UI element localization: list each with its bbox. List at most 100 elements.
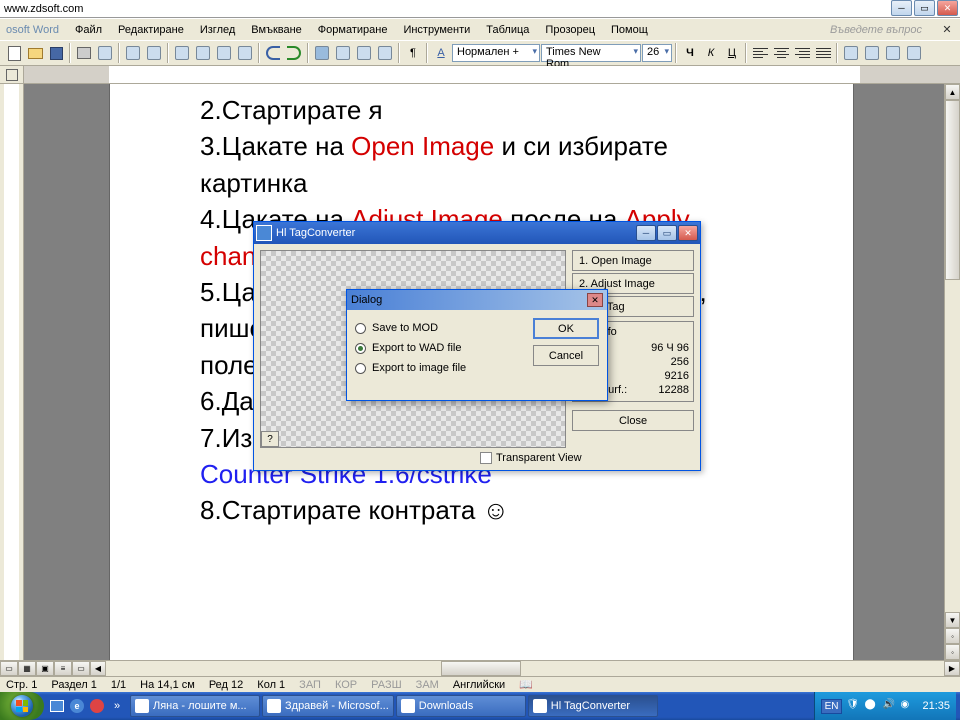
vertical-ruler[interactable] (0, 84, 24, 660)
hscroll-thumb[interactable] (441, 661, 521, 676)
dialog-close-button[interactable]: ✕ (587, 293, 603, 307)
style-aa-button[interactable]: А (431, 43, 451, 63)
menu-файл[interactable]: Файл (67, 22, 110, 38)
print-layout-view-button[interactable]: ▣ (36, 661, 54, 676)
hltagconverter-titlebar[interactable]: Hl TagConverter ─ ▭ ✕ (254, 222, 700, 244)
style-combo[interactable]: Нормален + (452, 44, 540, 62)
print-preview-button[interactable] (95, 43, 115, 63)
window-minimize-button[interactable]: ─ (891, 0, 912, 16)
dialog-ok-button[interactable]: OK (533, 318, 599, 339)
radio-export-image[interactable]: Export to image file (355, 362, 521, 374)
horizontal-ruler[interactable] (24, 66, 960, 83)
transparent-view-checkbox[interactable]: Transparent View (480, 452, 582, 464)
ql-chevron-icon[interactable]: » (108, 697, 126, 715)
tray-icon-1[interactable]: 🛡 (846, 699, 860, 713)
menu-вмъкване[interactable]: Вмъкване (243, 22, 310, 38)
format-painter-button[interactable] (235, 43, 255, 63)
paste-button[interactable] (214, 43, 234, 63)
taskbar-item[interactable]: Hl TagConverter (528, 695, 658, 717)
hltag-maximize-button[interactable]: ▭ (657, 225, 677, 241)
status-section: Раздел 1 (51, 679, 97, 691)
next-page-button[interactable]: ◦ (945, 644, 960, 660)
hltag-help-button[interactable]: ? (261, 431, 279, 447)
cut-button[interactable] (172, 43, 192, 63)
dialog-titlebar[interactable]: Dialog ✕ (347, 290, 607, 310)
scroll-thumb[interactable] (945, 100, 960, 280)
taskbar-item[interactable]: Здравей - Microsof... (262, 695, 394, 717)
columns-button[interactable] (375, 43, 395, 63)
menu-редактиране[interactable]: Редактиране (110, 22, 192, 38)
mdi-close-button[interactable]: ✕ (940, 23, 954, 37)
align-right-button[interactable] (792, 43, 812, 63)
align-center-button[interactable] (771, 43, 791, 63)
horizontal-scrollbar[interactable]: ◀ ▶ (90, 661, 960, 676)
align-left-button[interactable] (750, 43, 770, 63)
italic-button[interactable]: К (701, 43, 721, 63)
taskbar-item[interactable]: Downloads (396, 695, 526, 717)
status-language[interactable]: Английски (453, 679, 505, 691)
hltag-close-app-button[interactable]: Close (572, 410, 694, 431)
menu-инструменти[interactable]: Инструменти (395, 22, 478, 38)
bold-button[interactable]: Ч (680, 43, 700, 63)
window-maximize-button[interactable]: ▭ (914, 0, 935, 16)
numbered-list-button[interactable] (841, 43, 861, 63)
show-desktop-icon[interactable] (48, 697, 66, 715)
spellcheck-status-icon[interactable]: 📖 (519, 678, 533, 691)
copy-button[interactable] (193, 43, 213, 63)
hltag-close-button[interactable]: ✕ (678, 225, 698, 241)
taskbar-clock[interactable]: 21:35 (922, 700, 950, 712)
print-button[interactable] (74, 43, 94, 63)
tray-icon-2[interactable]: ⬤ (864, 699, 878, 713)
taskbar-item[interactable]: Ляна - лошите м... (130, 695, 260, 717)
vertical-scrollbar[interactable]: ▲ ▼ ◦ ◦ (944, 84, 960, 660)
align-justify-button[interactable] (813, 43, 833, 63)
scroll-left-button[interactable]: ◀ (90, 661, 106, 676)
language-indicator[interactable]: EN (821, 699, 843, 714)
outline-view-button[interactable]: ≡ (54, 661, 72, 676)
help-search-box[interactable]: Въведете въпрос (830, 24, 940, 36)
size-combo[interactable]: 26 (642, 44, 672, 62)
scroll-right-button[interactable]: ▶ (944, 661, 960, 676)
insert-table-button[interactable] (354, 43, 374, 63)
tray-volume-icon[interactable]: 🔊 (882, 699, 896, 713)
tab-well-icon[interactable] (6, 69, 18, 81)
hltag-minimize-button[interactable]: ─ (636, 225, 656, 241)
system-tray: EN 🛡 ⬤ 🔊 ◉ 21:35 (814, 692, 956, 720)
redo-button[interactable] (284, 43, 304, 63)
dialog-cancel-button[interactable]: Cancel (533, 345, 599, 366)
save-button[interactable] (46, 43, 66, 63)
hyperlink-button[interactable] (312, 43, 332, 63)
scroll-down-button[interactable]: ▼ (945, 612, 960, 628)
web-view-button[interactable]: ▦ (18, 661, 36, 676)
decrease-indent-button[interactable] (883, 43, 903, 63)
menu-прозорец[interactable]: Прозорец (537, 22, 603, 38)
start-button[interactable] (0, 692, 44, 720)
tables-borders-button[interactable] (333, 43, 353, 63)
bullet-list-button[interactable] (862, 43, 882, 63)
menu-помощ[interactable]: Помощ (603, 22, 656, 38)
open-button[interactable] (25, 43, 45, 63)
reading-view-button[interactable]: ▭ (72, 661, 90, 676)
increase-indent-button[interactable] (904, 43, 924, 63)
radio-save-to-mod[interactable]: Save to MOD (355, 322, 521, 334)
show-paragraph-button[interactable]: ¶ (403, 43, 423, 63)
normal-view-button[interactable]: ▭ (0, 661, 18, 676)
research-button[interactable] (144, 43, 164, 63)
radio-export-wad[interactable]: Export to WAD file (355, 342, 521, 354)
scroll-up-button[interactable]: ▲ (945, 84, 960, 100)
new-doc-button[interactable] (4, 43, 24, 63)
spellcheck-button[interactable] (123, 43, 143, 63)
underline-button[interactable]: Ц (722, 43, 742, 63)
font-combo[interactable]: Times New Rom (541, 44, 641, 62)
prev-page-button[interactable]: ◦ (945, 628, 960, 644)
radio-icon (355, 343, 366, 354)
window-close-button[interactable]: ✕ (937, 0, 958, 16)
undo-button[interactable] (263, 43, 283, 63)
opera-icon[interactable] (88, 697, 106, 715)
menu-форматиране[interactable]: Форматиране (310, 22, 396, 38)
tray-network-icon[interactable]: ◉ (900, 699, 914, 713)
ie-icon[interactable]: e (68, 697, 86, 715)
open-image-button[interactable]: 1. Open Image (572, 250, 694, 271)
menu-изглед[interactable]: Изглед (192, 22, 243, 38)
menu-таблица[interactable]: Таблица (478, 22, 537, 38)
